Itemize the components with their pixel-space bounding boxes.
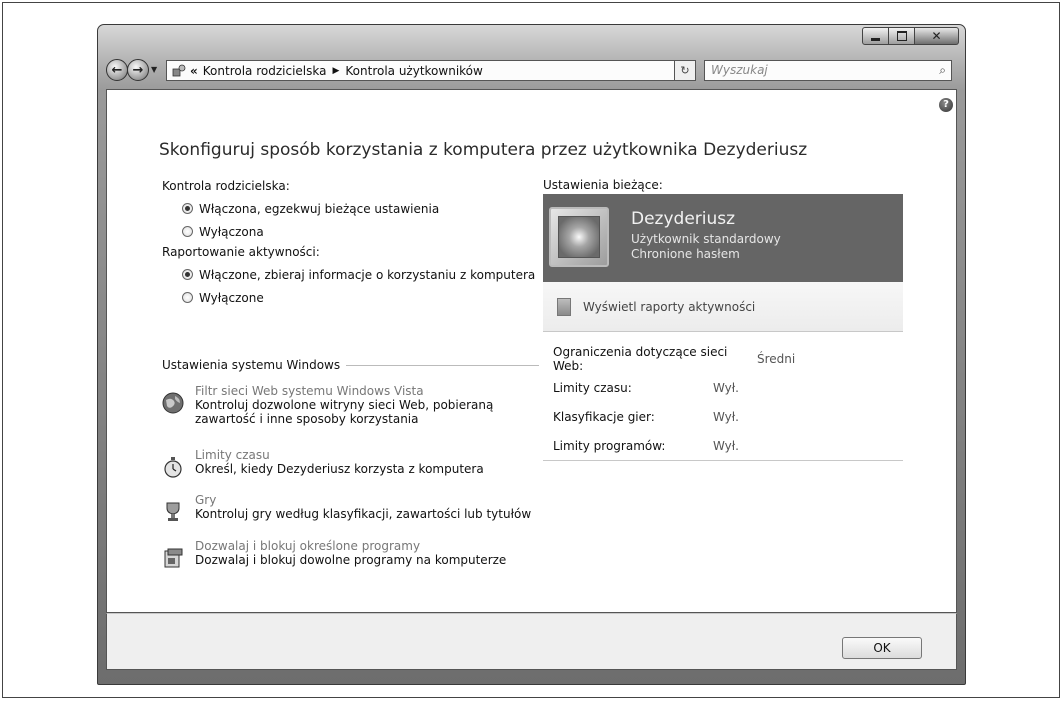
limit-label: Limity programów: bbox=[553, 438, 666, 453]
address-bar[interactable]: « Kontrola rodzicielska ▶ Kontrola użytk… bbox=[166, 60, 696, 81]
close-button[interactable]: ✕ bbox=[915, 27, 959, 45]
radio-label: Wyłączona bbox=[199, 224, 264, 239]
setting-web-filter[interactable]: Filtr sieci Web systemu Windows Vista Ko… bbox=[162, 384, 493, 426]
forward-button[interactable]: → bbox=[127, 59, 149, 81]
help-icon[interactable]: ? bbox=[939, 98, 953, 112]
limit-value: Średni bbox=[757, 351, 796, 366]
user-password-status: Chronione hasłem bbox=[631, 247, 740, 261]
radio-label: Wyłączone bbox=[199, 290, 264, 305]
limit-value: Wył. bbox=[713, 380, 739, 395]
view-activity-reports-link[interactable]: Wyświetl raporty aktywności bbox=[543, 282, 903, 332]
refresh-icon: ↻ bbox=[680, 64, 690, 77]
search-placeholder: Wyszukaj bbox=[711, 63, 768, 77]
program-icon bbox=[164, 548, 183, 568]
radio-label: Włączone, zbieraj informacje o korzystan… bbox=[199, 267, 536, 282]
setting-time-limits[interactable]: Limity czasu Określ, kiedy Dezyderiusz k… bbox=[162, 448, 484, 478]
breadcrumb-user-controls[interactable]: Kontrola użytkowników bbox=[345, 64, 482, 78]
user-role: Użytkownik standardowy bbox=[631, 232, 781, 246]
limit-row-programs: Limity programów: Wył. bbox=[553, 431, 795, 460]
web-filter-desc: Kontroluj dozwolone witryny sieci Web, p… bbox=[195, 398, 494, 412]
breadcrumb-overflow-chevron[interactable]: « bbox=[190, 64, 198, 78]
parental-control-label: Kontrola rodzicielska: bbox=[162, 179, 290, 193]
minimize-icon bbox=[871, 37, 880, 41]
windows-settings-label: Ustawienia systemu Windows bbox=[162, 358, 341, 372]
current-settings-panel: Ustawienia bieżące: Dezyderiusz Użytkown… bbox=[543, 178, 903, 461]
globe-icon bbox=[162, 392, 184, 414]
games-link[interactable]: Gry bbox=[195, 493, 531, 507]
user-name: Dezyderiusz bbox=[631, 209, 736, 229]
flower-picture bbox=[558, 216, 600, 258]
breadcrumb-separator-icon[interactable]: ▶ bbox=[332, 66, 339, 76]
radio-button[interactable] bbox=[182, 269, 193, 280]
maximize-icon bbox=[896, 31, 907, 41]
limit-row-games: Klasyfikacje gier: Wył. bbox=[553, 402, 795, 431]
title-bar[interactable]: ✕ bbox=[98, 25, 965, 55]
time-limits-desc: Określ, kiedy Dezyderiusz korzysta z kom… bbox=[195, 462, 484, 476]
trophy-icon bbox=[166, 502, 180, 521]
refresh-button[interactable]: ↻ bbox=[674, 60, 696, 81]
back-arrow-icon: ← bbox=[111, 62, 123, 78]
divider bbox=[346, 364, 539, 366]
report-icon bbox=[557, 297, 571, 316]
activity-link-label: Wyświetl raporty aktywności bbox=[583, 299, 756, 314]
minimize-button[interactable] bbox=[862, 27, 889, 45]
maximize-button[interactable] bbox=[889, 27, 915, 45]
user-card: Dezyderiusz Użytkownik standardowy Chron… bbox=[543, 194, 903, 282]
content-area: ? Skonfiguruj sposób korzystania z kompu… bbox=[106, 89, 957, 613]
divider bbox=[543, 460, 903, 461]
footer-bar: OK bbox=[106, 613, 957, 670]
radio-label: Włączona, egzekwuj bieżące ustawienia bbox=[199, 201, 440, 216]
limit-label: Klasyfikacje gier: bbox=[553, 409, 655, 424]
programs-desc: Dozwalaj i blokuj dowolne programy na ko… bbox=[195, 553, 507, 567]
radio-button[interactable] bbox=[182, 203, 193, 214]
back-button[interactable]: ← bbox=[106, 59, 128, 81]
recent-pages-dropdown[interactable]: ▼ bbox=[151, 65, 157, 74]
search-icon[interactable]: ⌕ bbox=[939, 61, 946, 80]
radio-parental-off[interactable]: Wyłączona bbox=[162, 220, 542, 243]
search-input[interactable]: Wyszukaj ⌕ bbox=[704, 60, 952, 81]
ok-button[interactable]: OK bbox=[842, 637, 922, 659]
control-panel-icon bbox=[172, 64, 186, 76]
navigation-bar: ← → ▼ « Kontrola rodzicielska ▶ Kontrola… bbox=[98, 57, 965, 87]
radio-activity-on[interactable]: Włączone, zbieraj informacje o korzystan… bbox=[162, 263, 542, 286]
games-desc: Kontroluj gry według klasyfikacji, zawar… bbox=[195, 507, 532, 521]
limit-label: Ograniczenia dotyczące sieci Web: bbox=[553, 344, 728, 373]
page-title: Skonfiguruj sposób korzystania z kompute… bbox=[159, 140, 808, 160]
radio-button[interactable] bbox=[182, 292, 193, 303]
breadcrumb-parental-controls[interactable]: Kontrola rodzicielska bbox=[203, 64, 327, 78]
limit-value: Wył. bbox=[713, 438, 739, 453]
current-settings-label: Ustawienia bieżące: bbox=[543, 178, 663, 192]
windows-settings-header: Ustawienia systemu Windows bbox=[162, 358, 539, 372]
forward-arrow-icon: → bbox=[132, 62, 144, 78]
radio-activity-off[interactable]: Wyłączone bbox=[162, 286, 542, 309]
setting-programs[interactable]: Dozwalaj i blokuj określone programy Doz… bbox=[162, 539, 506, 569]
activity-reporting-label: Raportowanie aktywności: bbox=[162, 245, 320, 259]
close-icon: ✕ bbox=[931, 29, 942, 43]
limit-row-time: Limity czasu: Wył. bbox=[553, 373, 795, 402]
avatar bbox=[549, 207, 609, 267]
programs-link[interactable]: Dozwalaj i blokuj określone programy bbox=[195, 539, 506, 553]
left-column: Kontrola rodzicielska: Włączona, egzekwu… bbox=[162, 178, 542, 309]
time-limits-link[interactable]: Limity czasu bbox=[195, 448, 484, 462]
limits-table: Ograniczenia dotyczące sieci Web: Średni… bbox=[553, 344, 795, 460]
web-filter-desc-2: zawartość i inne sposoby korzystania bbox=[195, 412, 419, 426]
radio-button[interactable] bbox=[182, 226, 193, 237]
radio-parental-on[interactable]: Włączona, egzekwuj bieżące ustawienia bbox=[162, 197, 542, 220]
caption-buttons: ✕ bbox=[862, 27, 959, 45]
limit-label: Limity czasu: bbox=[553, 380, 632, 395]
web-filter-link[interactable]: Filtr sieci Web systemu Windows Vista bbox=[195, 384, 493, 398]
stopwatch-icon bbox=[164, 457, 182, 478]
limit-row-web: Ograniczenia dotyczące sieci Web: Średni bbox=[553, 344, 795, 373]
limit-value: Wył. bbox=[713, 409, 739, 424]
setting-games[interactable]: Gry Kontroluj gry według klasyfikacji, z… bbox=[162, 493, 531, 523]
control-panel-window: ✕ ← → ▼ « Kontrola rodzicielska ▶ Kontro… bbox=[97, 24, 966, 685]
